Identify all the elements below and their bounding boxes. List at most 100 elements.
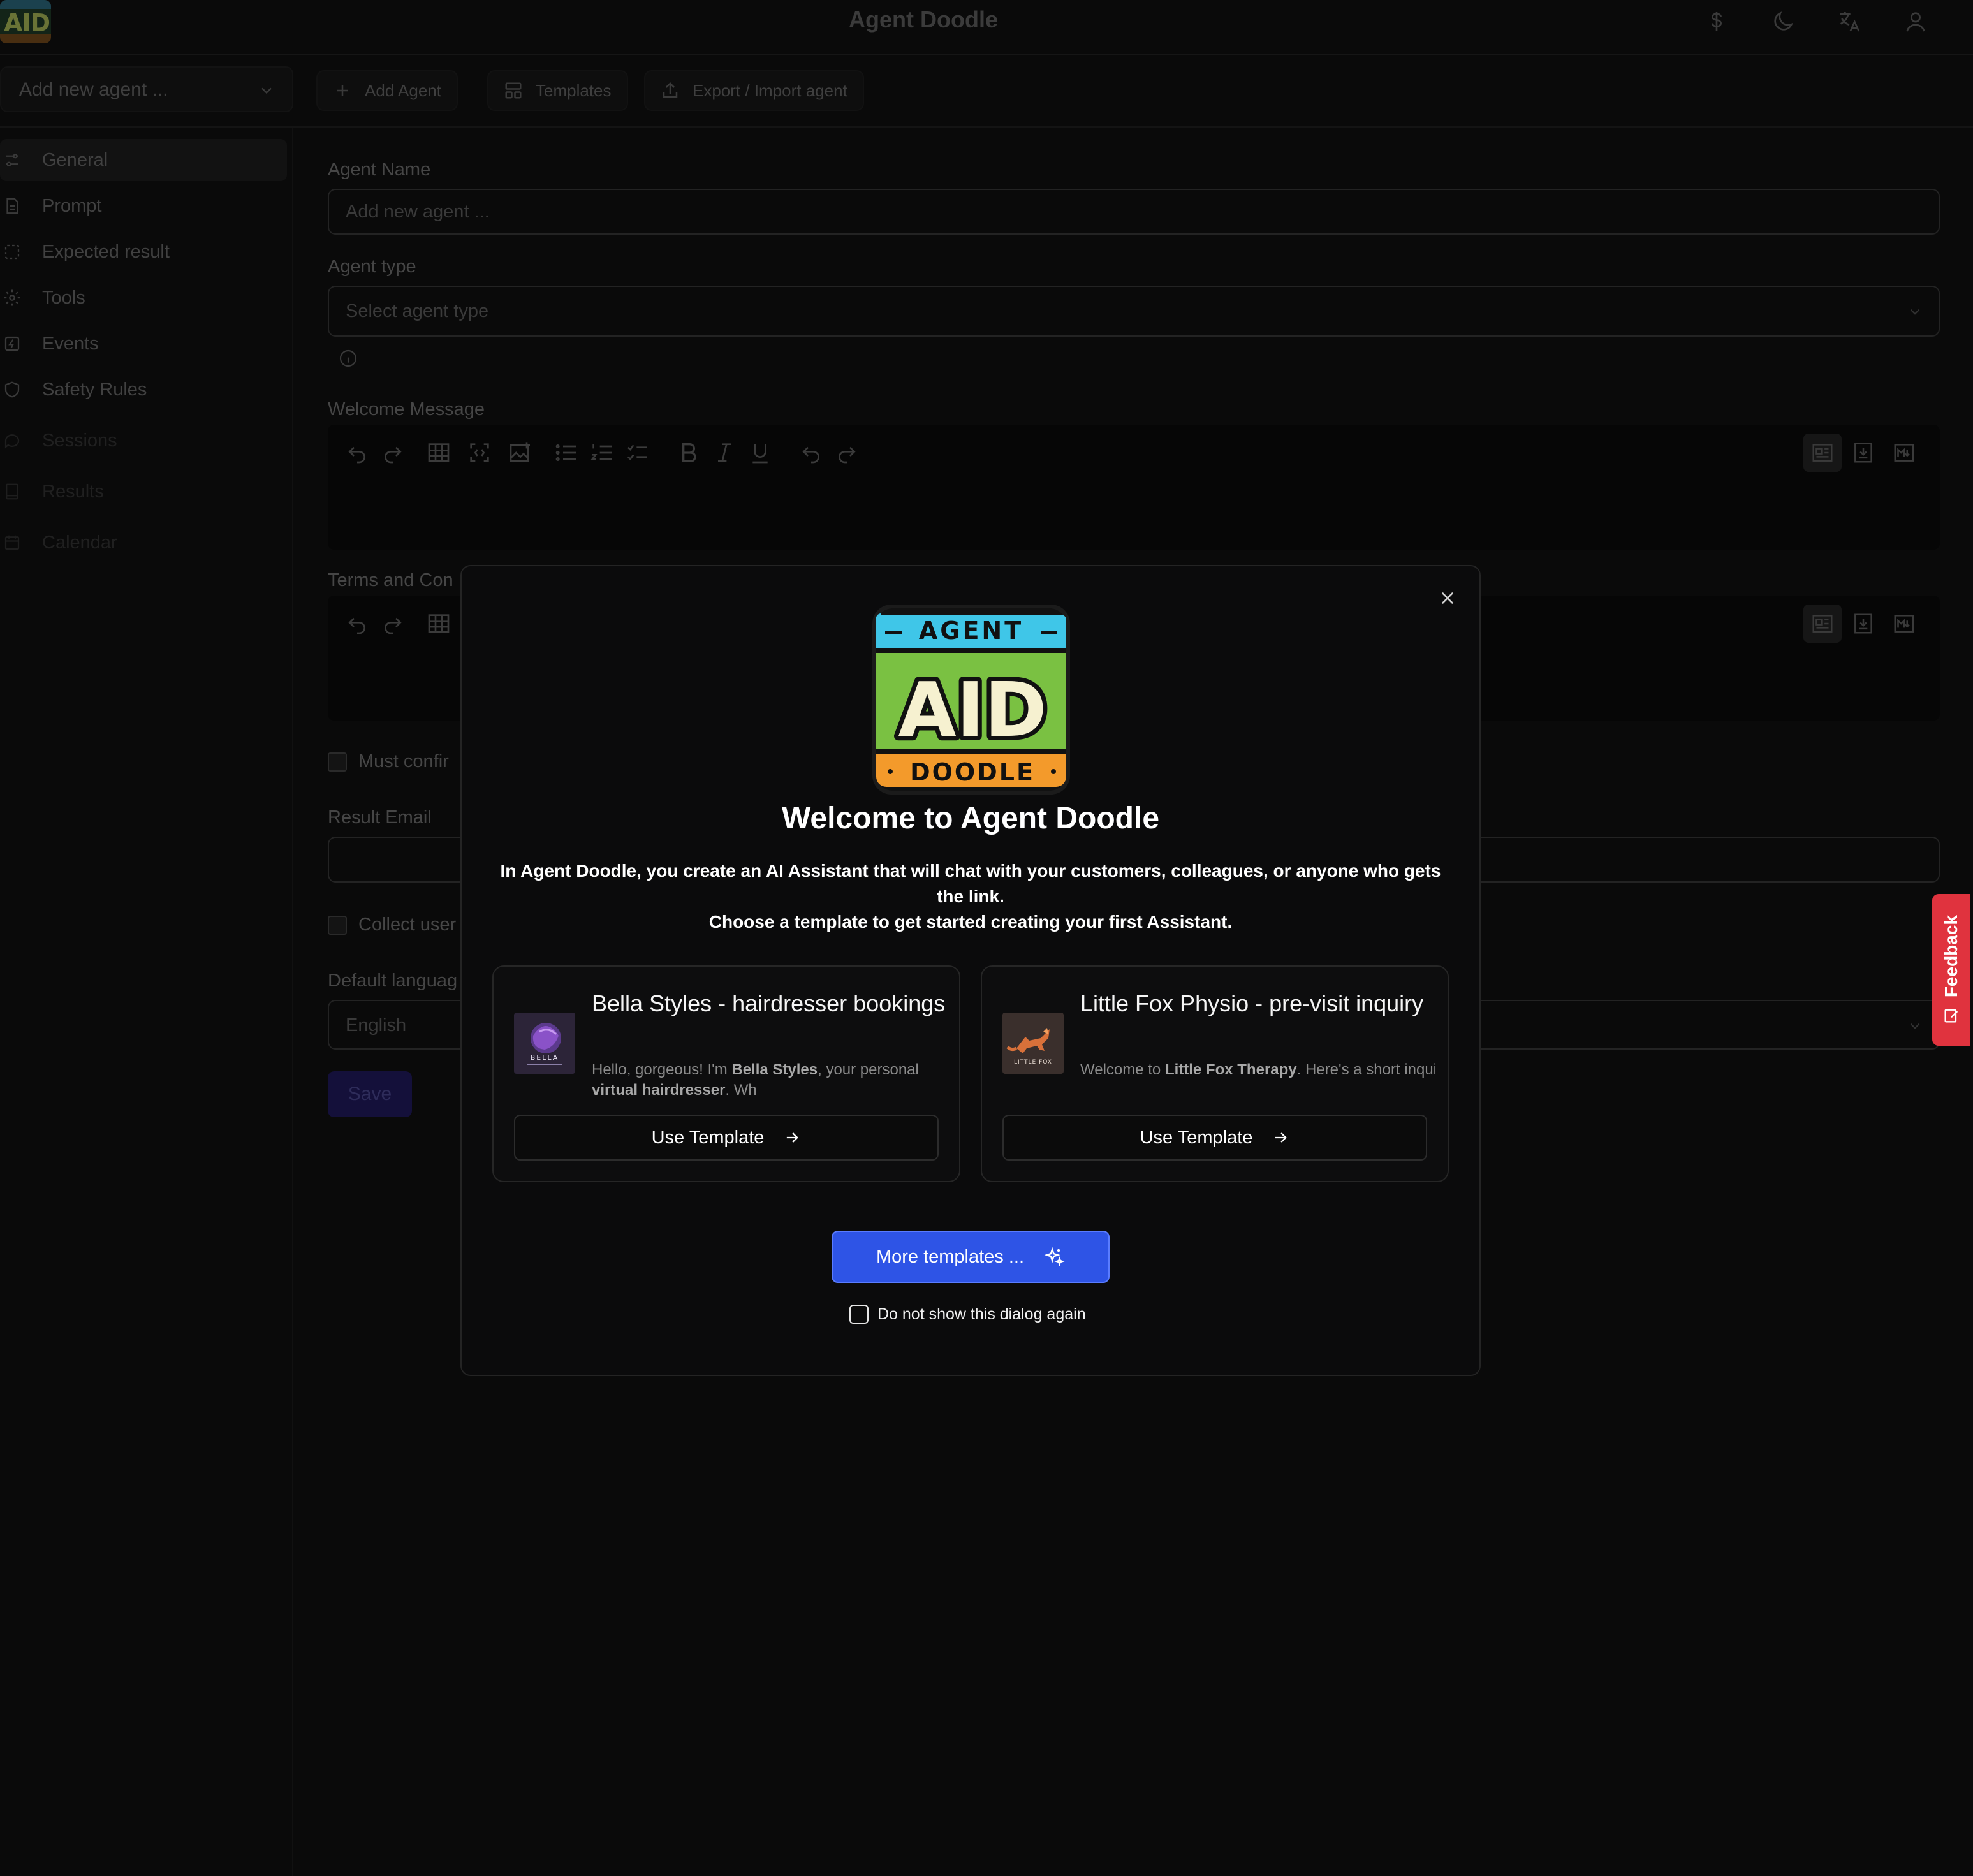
do-not-show-label: Do not show this dialog again — [877, 1305, 1086, 1323]
chat-icon — [4, 434, 20, 449]
use-template-button[interactable]: Use Template — [514, 1115, 939, 1161]
more-templates-label: More templates ... — [876, 1246, 1025, 1267]
sidebar-item-safety-rules[interactable]: Safety Rules — [0, 369, 287, 411]
sidebar-item-label: Calendar — [42, 532, 117, 553]
agent-select[interactable]: Add new agent ... — [0, 66, 293, 112]
default-language-value: English — [346, 1015, 407, 1036]
app-title: Agent Doodle — [849, 6, 998, 33]
layout-icon — [505, 82, 522, 99]
terms-label: Terms and Con — [328, 570, 453, 590]
sidebar-item-label: Tools — [42, 287, 85, 308]
table-icon[interactable] — [426, 611, 451, 636]
sidebar-item-label: Results — [42, 481, 104, 502]
welcome-dialog: AGENT AID AID DOODLE Welcome to Agent Do… — [460, 565, 1481, 1376]
sidebar-item-label: Events — [42, 333, 99, 354]
feedback-tab[interactable]: Feedback — [1932, 894, 1970, 1046]
use-template-label: Use Template — [1140, 1127, 1253, 1148]
sidebar-item-results[interactable]: Results — [0, 471, 287, 513]
sidebar: General Prompt Expected result Tools Eve… — [0, 128, 293, 1876]
redo-icon[interactable] — [380, 611, 406, 636]
shield-icon — [4, 381, 20, 398]
redo-icon[interactable] — [380, 440, 406, 465]
sidebar-item-expected-result[interactable]: Expected result — [0, 231, 287, 273]
template-description: Welcome to Little Fox Therapy. Here's a … — [1080, 1061, 1435, 1078]
welcome-message-editor[interactable] — [328, 425, 1940, 550]
plus-icon — [337, 85, 348, 96]
rich-text-mode-button[interactable] — [1803, 434, 1842, 472]
agent-name-placeholder: Add new agent ... — [346, 202, 490, 222]
markdown-mode-button[interactable] — [1885, 434, 1923, 472]
rich-text-icon — [1812, 615, 1833, 633]
moon-icon[interactable] — [1770, 9, 1796, 34]
sliders-icon — [6, 154, 18, 166]
sidebar-item-tools[interactable]: Tools — [0, 277, 287, 319]
numbered-list-icon[interactable] — [589, 440, 615, 465]
bold-icon[interactable] — [676, 440, 701, 465]
rich-text-mode-button[interactable] — [1803, 605, 1842, 643]
document-icon — [6, 198, 18, 214]
code-block-icon[interactable] — [467, 440, 492, 465]
info-icon[interactable] — [338, 348, 358, 369]
source-mode-button[interactable] — [1844, 434, 1882, 472]
sidebar-item-sessions[interactable]: Sessions — [0, 420, 287, 462]
template-card-bella-styles[interactable]: BELLA Bella Styles - hairdresser booking… — [492, 965, 960, 1182]
arrow-right-icon — [1275, 1132, 1287, 1143]
collect-user-label: Collect user — [358, 914, 457, 935]
templates-button[interactable]: Templates — [487, 70, 628, 111]
do-not-show-again[interactable]: Do not show this dialog again — [849, 1305, 1086, 1324]
dashed-square-icon — [4, 244, 20, 260]
close-icon — [1441, 592, 1454, 605]
collect-user-checkbox[interactable] — [328, 916, 347, 935]
dialog-description-line-1: In Agent Doodle, you create an AI Assist… — [500, 861, 1441, 906]
more-templates-button[interactable]: More templates ... — [832, 1231, 1110, 1283]
arrow-right-icon — [787, 1132, 799, 1143]
sidebar-item-general[interactable]: General — [0, 139, 287, 181]
template-card-little-fox-physio[interactable]: LITTLE FOX Little Fox Physio - pre-visit… — [981, 965, 1449, 1182]
sidebar-item-label: General — [42, 149, 108, 170]
user-icon[interactable] — [1903, 9, 1928, 34]
undo-icon[interactable] — [344, 611, 370, 636]
underline-icon[interactable] — [747, 440, 773, 465]
translate-icon[interactable] — [1837, 9, 1862, 34]
agent-type-select[interactable]: Select agent type — [328, 286, 1940, 337]
edit-icon — [1944, 1009, 1958, 1023]
chevron-down-icon — [1910, 309, 1920, 315]
dialog-title: Welcome to Agent Doodle — [781, 802, 1160, 835]
bullet-list-icon[interactable] — [554, 440, 579, 465]
svg-text:LITTLE FOX: LITTLE FOX — [1014, 1059, 1052, 1066]
sidebar-item-prompt[interactable]: Prompt — [0, 185, 287, 227]
sidebar-item-label: Expected result — [42, 241, 170, 262]
agent-name-input[interactable]: Add new agent ... — [328, 189, 1940, 235]
agent-select-value: Add new agent ... — [19, 79, 168, 100]
rich-text-icon — [1812, 444, 1833, 462]
export-import-button[interactable]: Export / Import agent — [644, 70, 864, 111]
sidebar-item-calendar[interactable]: Calendar — [0, 522, 287, 564]
markdown-mode-button[interactable] — [1885, 605, 1923, 643]
add-agent-button[interactable]: Add Agent — [316, 70, 458, 111]
redo-icon[interactable] — [834, 440, 860, 465]
dollar-icon[interactable] — [1704, 9, 1729, 34]
sidebar-item-label: Prompt — [42, 195, 102, 216]
do-not-show-checkbox[interactable] — [849, 1305, 869, 1324]
must-confirm-label: Must confir — [358, 751, 449, 772]
svg-text:AGENT: AGENT — [919, 617, 1023, 645]
must-confirm-checkbox[interactable] — [328, 752, 347, 772]
checklist-icon[interactable] — [625, 440, 650, 465]
table-icon[interactable] — [426, 440, 451, 465]
save-button[interactable]: Save — [328, 1071, 412, 1117]
close-button[interactable] — [1434, 584, 1462, 612]
svg-text:AID: AID — [898, 666, 1046, 754]
welcome-message-label: Welcome Message — [328, 399, 485, 420]
source-icon — [1854, 443, 1872, 463]
sidebar-item-events[interactable]: Events — [0, 323, 287, 365]
source-mode-button[interactable] — [1844, 605, 1882, 643]
image-icon[interactable] — [508, 440, 533, 465]
use-template-button[interactable]: Use Template — [1002, 1115, 1427, 1161]
italic-icon[interactable] — [712, 440, 737, 465]
template-title: Bella Styles - hairdresser bookings — [592, 990, 946, 1016]
svg-text:DOODLE: DOODLE — [910, 758, 1035, 786]
template-title: Little Fox Physio - pre-visit inquiry — [1080, 990, 1424, 1016]
default-language-label: Default languag — [328, 971, 458, 991]
undo-icon[interactable] — [798, 440, 824, 465]
undo-icon[interactable] — [344, 440, 370, 465]
